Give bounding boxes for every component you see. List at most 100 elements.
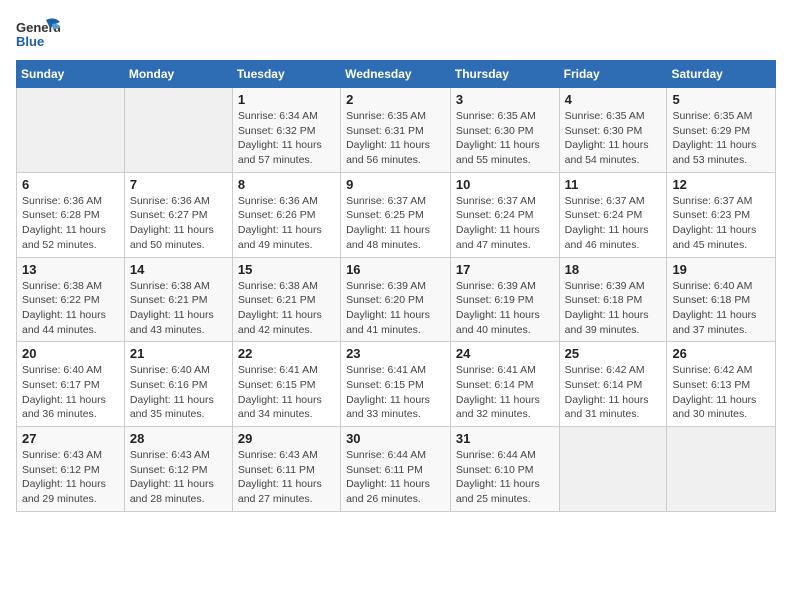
day-number: 25: [565, 346, 662, 361]
day-number: 13: [22, 262, 119, 277]
day-info: Sunrise: 6:35 AM Sunset: 6:29 PM Dayligh…: [672, 109, 770, 168]
weekday-header-wednesday: Wednesday: [341, 61, 451, 88]
day-info: Sunrise: 6:43 AM Sunset: 6:12 PM Dayligh…: [130, 448, 227, 507]
day-info: Sunrise: 6:42 AM Sunset: 6:13 PM Dayligh…: [672, 363, 770, 422]
day-number: 4: [565, 92, 662, 107]
day-info: Sunrise: 6:35 AM Sunset: 6:30 PM Dayligh…: [456, 109, 554, 168]
day-number: 14: [130, 262, 227, 277]
calendar-week-1: 1 Sunrise: 6:34 AM Sunset: 6:32 PM Daylig…: [17, 88, 776, 173]
day-info: Sunrise: 6:41 AM Sunset: 6:15 PM Dayligh…: [346, 363, 445, 422]
calendar-cell: 12 Sunrise: 6:37 AM Sunset: 6:23 PM Dayli…: [667, 172, 776, 257]
day-info: Sunrise: 6:37 AM Sunset: 6:24 PM Dayligh…: [565, 194, 662, 253]
calendar-week-3: 13 Sunrise: 6:38 AM Sunset: 6:22 PM Dayli…: [17, 257, 776, 342]
svg-text:Blue: Blue: [16, 34, 44, 49]
day-number: 28: [130, 431, 227, 446]
calendar-header-row: SundayMondayTuesdayWednesdayThursdayFrid…: [17, 61, 776, 88]
day-info: Sunrise: 6:39 AM Sunset: 6:19 PM Dayligh…: [456, 279, 554, 338]
day-info: Sunrise: 6:40 AM Sunset: 6:16 PM Dayligh…: [130, 363, 227, 422]
weekday-header-thursday: Thursday: [450, 61, 559, 88]
day-info: Sunrise: 6:37 AM Sunset: 6:23 PM Dayligh…: [672, 194, 770, 253]
calendar-cell: [667, 427, 776, 512]
day-info: Sunrise: 6:35 AM Sunset: 6:31 PM Dayligh…: [346, 109, 445, 168]
calendar-cell: 22 Sunrise: 6:41 AM Sunset: 6:15 PM Dayli…: [232, 342, 340, 427]
day-info: Sunrise: 6:40 AM Sunset: 6:17 PM Dayligh…: [22, 363, 119, 422]
day-info: Sunrise: 6:36 AM Sunset: 6:27 PM Dayligh…: [130, 194, 227, 253]
calendar-cell: 10 Sunrise: 6:37 AM Sunset: 6:24 PM Dayli…: [450, 172, 559, 257]
calendar-cell: 4Sunrise: 6:35 AM Sunset: 6:30 PM Daylig…: [559, 88, 667, 173]
calendar-week-4: 20Sunrise: 6:40 AM Sunset: 6:17 PM Dayli…: [17, 342, 776, 427]
day-number: 9: [346, 177, 445, 192]
calendar-cell: 28 Sunrise: 6:43 AM Sunset: 6:12 PM Dayli…: [124, 427, 232, 512]
day-info: Sunrise: 6:39 AM Sunset: 6:18 PM Dayligh…: [565, 279, 662, 338]
day-number: 7: [130, 177, 227, 192]
day-number: 21: [130, 346, 227, 361]
day-info: Sunrise: 6:44 AM Sunset: 6:10 PM Dayligh…: [456, 448, 554, 507]
day-info: Sunrise: 6:34 AM Sunset: 6:32 PM Dayligh…: [238, 109, 335, 168]
calendar-cell: 15 Sunrise: 6:38 AM Sunset: 6:21 PM Dayli…: [232, 257, 340, 342]
calendar-cell: 19 Sunrise: 6:40 AM Sunset: 6:18 PM Dayli…: [667, 257, 776, 342]
calendar-cell: 16 Sunrise: 6:39 AM Sunset: 6:20 PM Dayli…: [341, 257, 451, 342]
calendar-cell: 26 Sunrise: 6:42 AM Sunset: 6:13 PM Dayli…: [667, 342, 776, 427]
calendar-cell: [124, 88, 232, 173]
day-number: 22: [238, 346, 335, 361]
day-info: Sunrise: 6:40 AM Sunset: 6:18 PM Dayligh…: [672, 279, 770, 338]
day-number: 11: [565, 177, 662, 192]
weekday-header-saturday: Saturday: [667, 61, 776, 88]
day-info: Sunrise: 6:38 AM Sunset: 6:22 PM Dayligh…: [22, 279, 119, 338]
day-info: Sunrise: 6:42 AM Sunset: 6:14 PM Dayligh…: [565, 363, 662, 422]
calendar-week-5: 27 Sunrise: 6:43 AM Sunset: 6:12 PM Dayli…: [17, 427, 776, 512]
calendar-cell: 24 Sunrise: 6:41 AM Sunset: 6:14 PM Dayli…: [450, 342, 559, 427]
day-info: Sunrise: 6:36 AM Sunset: 6:26 PM Dayligh…: [238, 194, 335, 253]
weekday-header-tuesday: Tuesday: [232, 61, 340, 88]
day-number: 2: [346, 92, 445, 107]
calendar-cell: 9 Sunrise: 6:37 AM Sunset: 6:25 PM Daylig…: [341, 172, 451, 257]
day-info: Sunrise: 6:37 AM Sunset: 6:24 PM Dayligh…: [456, 194, 554, 253]
day-info: Sunrise: 6:38 AM Sunset: 6:21 PM Dayligh…: [130, 279, 227, 338]
day-number: 19: [672, 262, 770, 277]
day-number: 3: [456, 92, 554, 107]
day-number: 1: [238, 92, 335, 107]
day-number: 8: [238, 177, 335, 192]
day-number: 24: [456, 346, 554, 361]
calendar-cell: 31Sunrise: 6:44 AM Sunset: 6:10 PM Dayli…: [450, 427, 559, 512]
calendar-cell: 18 Sunrise: 6:39 AM Sunset: 6:18 PM Dayli…: [559, 257, 667, 342]
day-number: 6: [22, 177, 119, 192]
calendar-cell: 11 Sunrise: 6:37 AM Sunset: 6:24 PM Dayli…: [559, 172, 667, 257]
day-info: Sunrise: 6:43 AM Sunset: 6:12 PM Dayligh…: [22, 448, 119, 507]
day-number: 23: [346, 346, 445, 361]
calendar-cell: 21 Sunrise: 6:40 AM Sunset: 6:16 PM Dayli…: [124, 342, 232, 427]
calendar-cell: 8 Sunrise: 6:36 AM Sunset: 6:26 PM Daylig…: [232, 172, 340, 257]
day-info: Sunrise: 6:43 AM Sunset: 6:11 PM Dayligh…: [238, 448, 335, 507]
day-number: 16: [346, 262, 445, 277]
calendar-cell: [559, 427, 667, 512]
day-number: 17: [456, 262, 554, 277]
calendar-cell: 13 Sunrise: 6:38 AM Sunset: 6:22 PM Dayli…: [17, 257, 125, 342]
calendar-cell: 29 Sunrise: 6:43 AM Sunset: 6:11 PM Dayli…: [232, 427, 340, 512]
calendar-cell: 23 Sunrise: 6:41 AM Sunset: 6:15 PM Dayli…: [341, 342, 451, 427]
day-number: 15: [238, 262, 335, 277]
day-number: 27: [22, 431, 119, 446]
calendar-cell: 27 Sunrise: 6:43 AM Sunset: 6:12 PM Dayli…: [17, 427, 125, 512]
day-number: 5: [672, 92, 770, 107]
day-number: 30: [346, 431, 445, 446]
calendar-cell: 17 Sunrise: 6:39 AM Sunset: 6:19 PM Dayli…: [450, 257, 559, 342]
day-info: Sunrise: 6:41 AM Sunset: 6:15 PM Dayligh…: [238, 363, 335, 422]
day-info: Sunrise: 6:41 AM Sunset: 6:14 PM Dayligh…: [456, 363, 554, 422]
logo: General Blue: [16, 16, 60, 52]
calendar-body: 1 Sunrise: 6:34 AM Sunset: 6:32 PM Daylig…: [17, 88, 776, 512]
day-number: 26: [672, 346, 770, 361]
day-number: 12: [672, 177, 770, 192]
weekday-header-sunday: Sunday: [17, 61, 125, 88]
weekday-header-friday: Friday: [559, 61, 667, 88]
calendar-cell: 30Sunrise: 6:44 AM Sunset: 6:11 PM Dayli…: [341, 427, 451, 512]
day-number: 29: [238, 431, 335, 446]
page-header: General Blue: [16, 16, 776, 52]
day-number: 18: [565, 262, 662, 277]
logo-icon: General Blue: [16, 16, 60, 52]
calendar-cell: 2 Sunrise: 6:35 AM Sunset: 6:31 PM Daylig…: [341, 88, 451, 173]
calendar-cell: 20Sunrise: 6:40 AM Sunset: 6:17 PM Dayli…: [17, 342, 125, 427]
day-info: Sunrise: 6:39 AM Sunset: 6:20 PM Dayligh…: [346, 279, 445, 338]
day-info: Sunrise: 6:37 AM Sunset: 6:25 PM Dayligh…: [346, 194, 445, 253]
day-info: Sunrise: 6:38 AM Sunset: 6:21 PM Dayligh…: [238, 279, 335, 338]
day-number: 10: [456, 177, 554, 192]
